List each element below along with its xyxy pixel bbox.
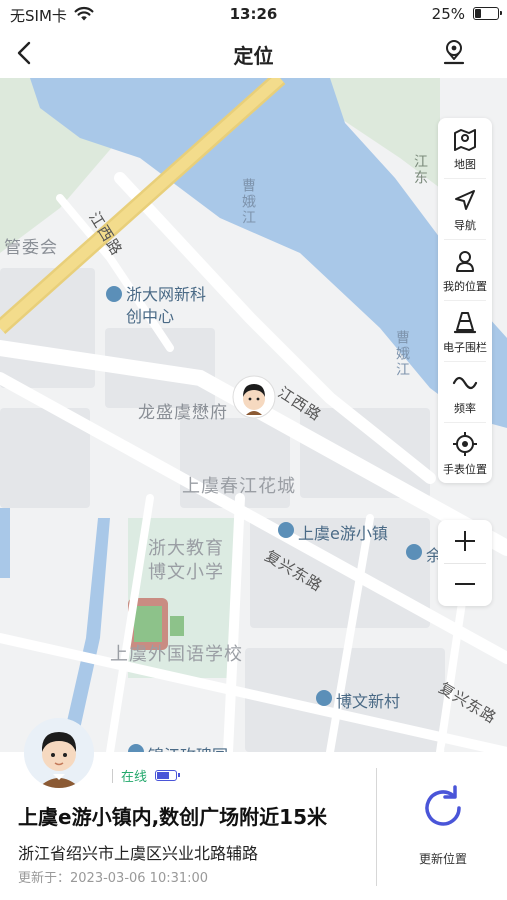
person-icon	[456, 251, 474, 272]
map-label: 曹娥江	[240, 178, 256, 226]
divider	[376, 768, 377, 886]
poi-label: 博文新村	[336, 692, 401, 711]
zoom-in-button[interactable]	[438, 520, 492, 563]
online-status: 在线	[121, 770, 148, 785]
zoom-out-button[interactable]	[438, 563, 492, 606]
watch-location-button[interactable]: 手表位置	[438, 423, 492, 483]
poi-jinjiang[interactable]: 锦江玫瑰园	[128, 742, 228, 752]
map-label: 江东	[412, 154, 428, 186]
device-location-marker[interactable]	[232, 375, 276, 423]
poi-yu[interactable]: 余	[406, 542, 442, 566]
refresh-location-button[interactable]: 更新位置	[388, 782, 498, 872]
poi-icon	[128, 744, 144, 752]
navigate-button[interactable]: 导航	[438, 179, 492, 239]
poi-label: 锦江玫瑰园	[148, 742, 228, 752]
my-location-button[interactable]: 我的位置	[438, 240, 492, 300]
refresh-icon	[425, 785, 461, 826]
traffic-cone-icon	[453, 312, 477, 334]
map-mode-button[interactable]: 地图	[438, 118, 492, 178]
watch-location-label: 手表位置	[443, 463, 487, 476]
battery-icon	[473, 7, 502, 20]
wave-icon	[452, 376, 478, 390]
poi-icon	[406, 544, 422, 560]
map-toolbar: 地图 导航 我的位置 电子围栏 频率 手表位置	[438, 118, 492, 483]
map-mode-label: 地图	[454, 158, 476, 171]
map-label: 曹娥江	[394, 330, 410, 378]
status-bar: 无SIM卡 13:26 25%	[0, 0, 507, 28]
navigation-arrow-icon	[455, 190, 475, 210]
crosshair-icon	[453, 432, 477, 456]
poi-bowen-village[interactable]: 博文新村	[316, 688, 400, 712]
nav-bar: 定位	[0, 28, 507, 78]
my-location-label: 我的位置	[443, 280, 487, 293]
battery-percent: 25%	[431, 5, 465, 23]
map-label: 上虞外国语学校	[110, 644, 243, 665]
device-status-row: 在线	[112, 766, 181, 785]
location-title: 上虞e游小镇内,数创广场附近15米	[18, 805, 327, 829]
map-label: 上虞春江花城	[182, 476, 296, 497]
map-label: 管委会	[4, 238, 58, 258]
map-label: 博文小学	[148, 562, 224, 583]
zoom-controls	[438, 520, 492, 606]
navigate-label: 导航	[454, 219, 476, 232]
divider	[112, 768, 113, 783]
child-avatar-icon	[24, 718, 94, 788]
map-label: 浙大教育	[148, 538, 224, 559]
page-title: 定位	[233, 44, 274, 68]
device-avatar[interactable]	[24, 718, 94, 788]
location-address: 浙江省绍兴市上虞区兴业北路辅路	[18, 844, 259, 863]
minus-icon	[455, 583, 475, 585]
location-pin-icon[interactable]	[437, 36, 471, 70]
poi-icon	[316, 690, 332, 706]
poi-icon	[278, 522, 294, 538]
map-icon	[454, 129, 476, 151]
last-updated: 更新于：2023-03-06 10:31:00	[18, 871, 209, 886]
poi-label: 创中心	[126, 307, 175, 326]
poi-eyou-town[interactable]: 上虞e游小镇	[278, 520, 388, 544]
poi-label: 浙大网新科	[126, 285, 207, 304]
map-label: 龙盛虞懋府	[138, 403, 228, 423]
frequency-label: 频率	[454, 402, 476, 415]
refresh-location-label: 更新位置	[418, 852, 467, 866]
geofence-label: 电子围栏	[443, 341, 487, 354]
poi-icon	[106, 286, 122, 302]
poi-zheda-tech-center[interactable]: 浙大网新科 创中心	[106, 284, 206, 328]
device-battery-icon	[155, 770, 181, 781]
plus-icon	[455, 531, 475, 551]
geofence-button[interactable]: 电子围栏	[438, 301, 492, 361]
poi-label: 上虞e游小镇	[298, 524, 388, 543]
frequency-button[interactable]: 频率	[438, 362, 492, 422]
map-view[interactable]: 管委会 江西路 曹娥江 曹娥江 江东 龙盛虞懋府 江西路 上虞春江花城 浙大教育…	[0, 78, 507, 752]
